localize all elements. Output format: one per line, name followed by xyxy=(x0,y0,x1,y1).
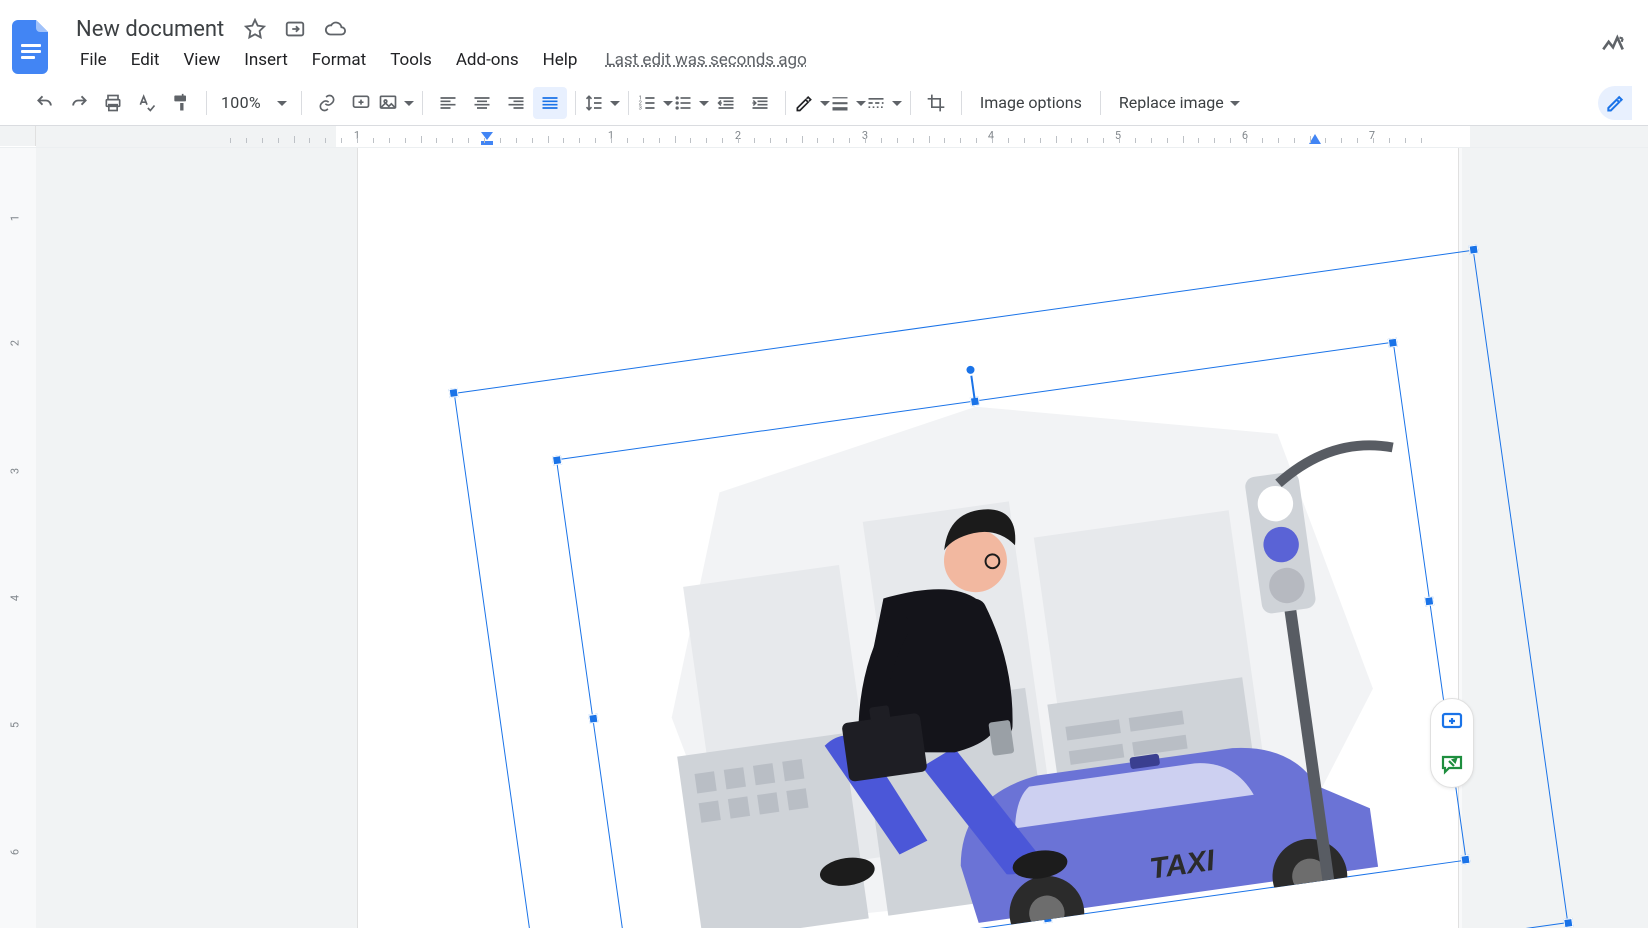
separator xyxy=(575,91,576,115)
indent-left-marker[interactable] xyxy=(479,132,495,146)
border-color-button[interactable] xyxy=(794,87,830,119)
zoom-value: 100% xyxy=(221,93,261,112)
add-comment-button[interactable] xyxy=(344,87,378,119)
vruler-tick: 1 xyxy=(9,215,22,221)
menubar: File Edit View Insert Format Tools Add-o… xyxy=(66,46,1594,74)
workspace: 1 2 3 4 5 6 xyxy=(0,148,1648,928)
border-weight-button[interactable] xyxy=(830,87,866,119)
align-right-button[interactable] xyxy=(499,87,533,119)
menu-view[interactable]: View xyxy=(173,46,230,74)
separator xyxy=(1100,91,1101,115)
align-justify-button[interactable] xyxy=(533,87,567,119)
menu-tools[interactable]: Tools xyxy=(380,46,442,74)
align-center-button[interactable] xyxy=(465,87,499,119)
indent-decrease-button[interactable] xyxy=(709,87,743,119)
toolbar: 100% 123 Image options Replace image xyxy=(0,80,1648,126)
vruler-tick: 6 xyxy=(9,849,22,855)
menu-file[interactable]: File xyxy=(70,46,117,74)
replace-image-button[interactable]: Replace image xyxy=(1109,93,1250,112)
separator xyxy=(301,91,302,115)
numbered-list-button[interactable]: 123 xyxy=(637,87,673,119)
separator xyxy=(961,91,962,115)
editing-mode-button[interactable] xyxy=(1598,86,1632,120)
horizontal-ruler[interactable]: 1 1 2 3 4 5 6 7 xyxy=(0,126,1648,148)
vruler-tick: 2 xyxy=(9,340,22,346)
move-to-icon[interactable] xyxy=(284,18,306,40)
docs-logo[interactable] xyxy=(10,17,54,77)
menu-addons[interactable]: Add-ons xyxy=(446,46,529,74)
canvas[interactable]: TAXI xyxy=(36,148,1648,928)
add-comment-icon[interactable] xyxy=(1439,709,1465,735)
insert-link-button[interactable] xyxy=(310,87,344,119)
align-left-button[interactable] xyxy=(431,87,465,119)
vruler-tick: 3 xyxy=(9,468,22,474)
menu-edit[interactable]: Edit xyxy=(121,46,170,74)
resize-handle-tl[interactable] xyxy=(449,388,459,398)
border-dash-button[interactable] xyxy=(866,87,902,119)
star-icon[interactable] xyxy=(244,18,266,40)
vruler-tick: 4 xyxy=(9,595,22,601)
resize-handle-br[interactable] xyxy=(1563,918,1573,928)
resize-handle-tr[interactable] xyxy=(1469,245,1479,255)
separator xyxy=(785,91,786,115)
activity-dashboard-button[interactable] xyxy=(1594,25,1632,63)
spell-check-button[interactable] xyxy=(130,87,164,119)
separator xyxy=(628,91,629,115)
suggest-edits-icon[interactable] xyxy=(1439,751,1465,777)
separator xyxy=(910,91,911,115)
vertical-ruler[interactable]: 1 2 3 4 5 6 xyxy=(0,148,36,928)
docs-file-icon xyxy=(12,20,52,74)
line-spacing-button[interactable] xyxy=(584,87,620,119)
redo-button[interactable] xyxy=(62,87,96,119)
menu-help[interactable]: Help xyxy=(533,46,588,74)
ruler-tick: 6 xyxy=(1242,129,1248,142)
insert-image-button[interactable] xyxy=(378,87,414,119)
vruler-tick: 5 xyxy=(9,722,22,728)
svg-text:3: 3 xyxy=(639,105,642,111)
margin-actions xyxy=(1430,698,1474,788)
undo-button[interactable] xyxy=(28,87,62,119)
ruler-tick: 4 xyxy=(988,129,994,142)
cloud-status-icon[interactable] xyxy=(324,18,346,40)
indent-increase-button[interactable] xyxy=(743,87,777,119)
separator xyxy=(422,91,423,115)
menu-insert[interactable]: Insert xyxy=(234,46,298,74)
zoom-dropdown[interactable]: 100% xyxy=(215,93,293,112)
ruler-tick: 7 xyxy=(1369,129,1375,142)
titlebar: New document File Edit View Insert Forma… xyxy=(0,0,1648,80)
menu-format[interactable]: Format xyxy=(302,46,376,74)
separator xyxy=(206,91,207,115)
paint-format-button[interactable] xyxy=(164,87,198,119)
last-edit-link[interactable]: Last edit was seconds ago xyxy=(605,50,806,70)
bulleted-list-button[interactable] xyxy=(673,87,709,119)
image-options-button[interactable]: Image options xyxy=(970,93,1092,112)
ruler-tick: 5 xyxy=(1115,129,1121,142)
print-button[interactable] xyxy=(96,87,130,119)
document-title[interactable]: New document xyxy=(72,15,228,44)
crop-button[interactable] xyxy=(919,87,953,119)
